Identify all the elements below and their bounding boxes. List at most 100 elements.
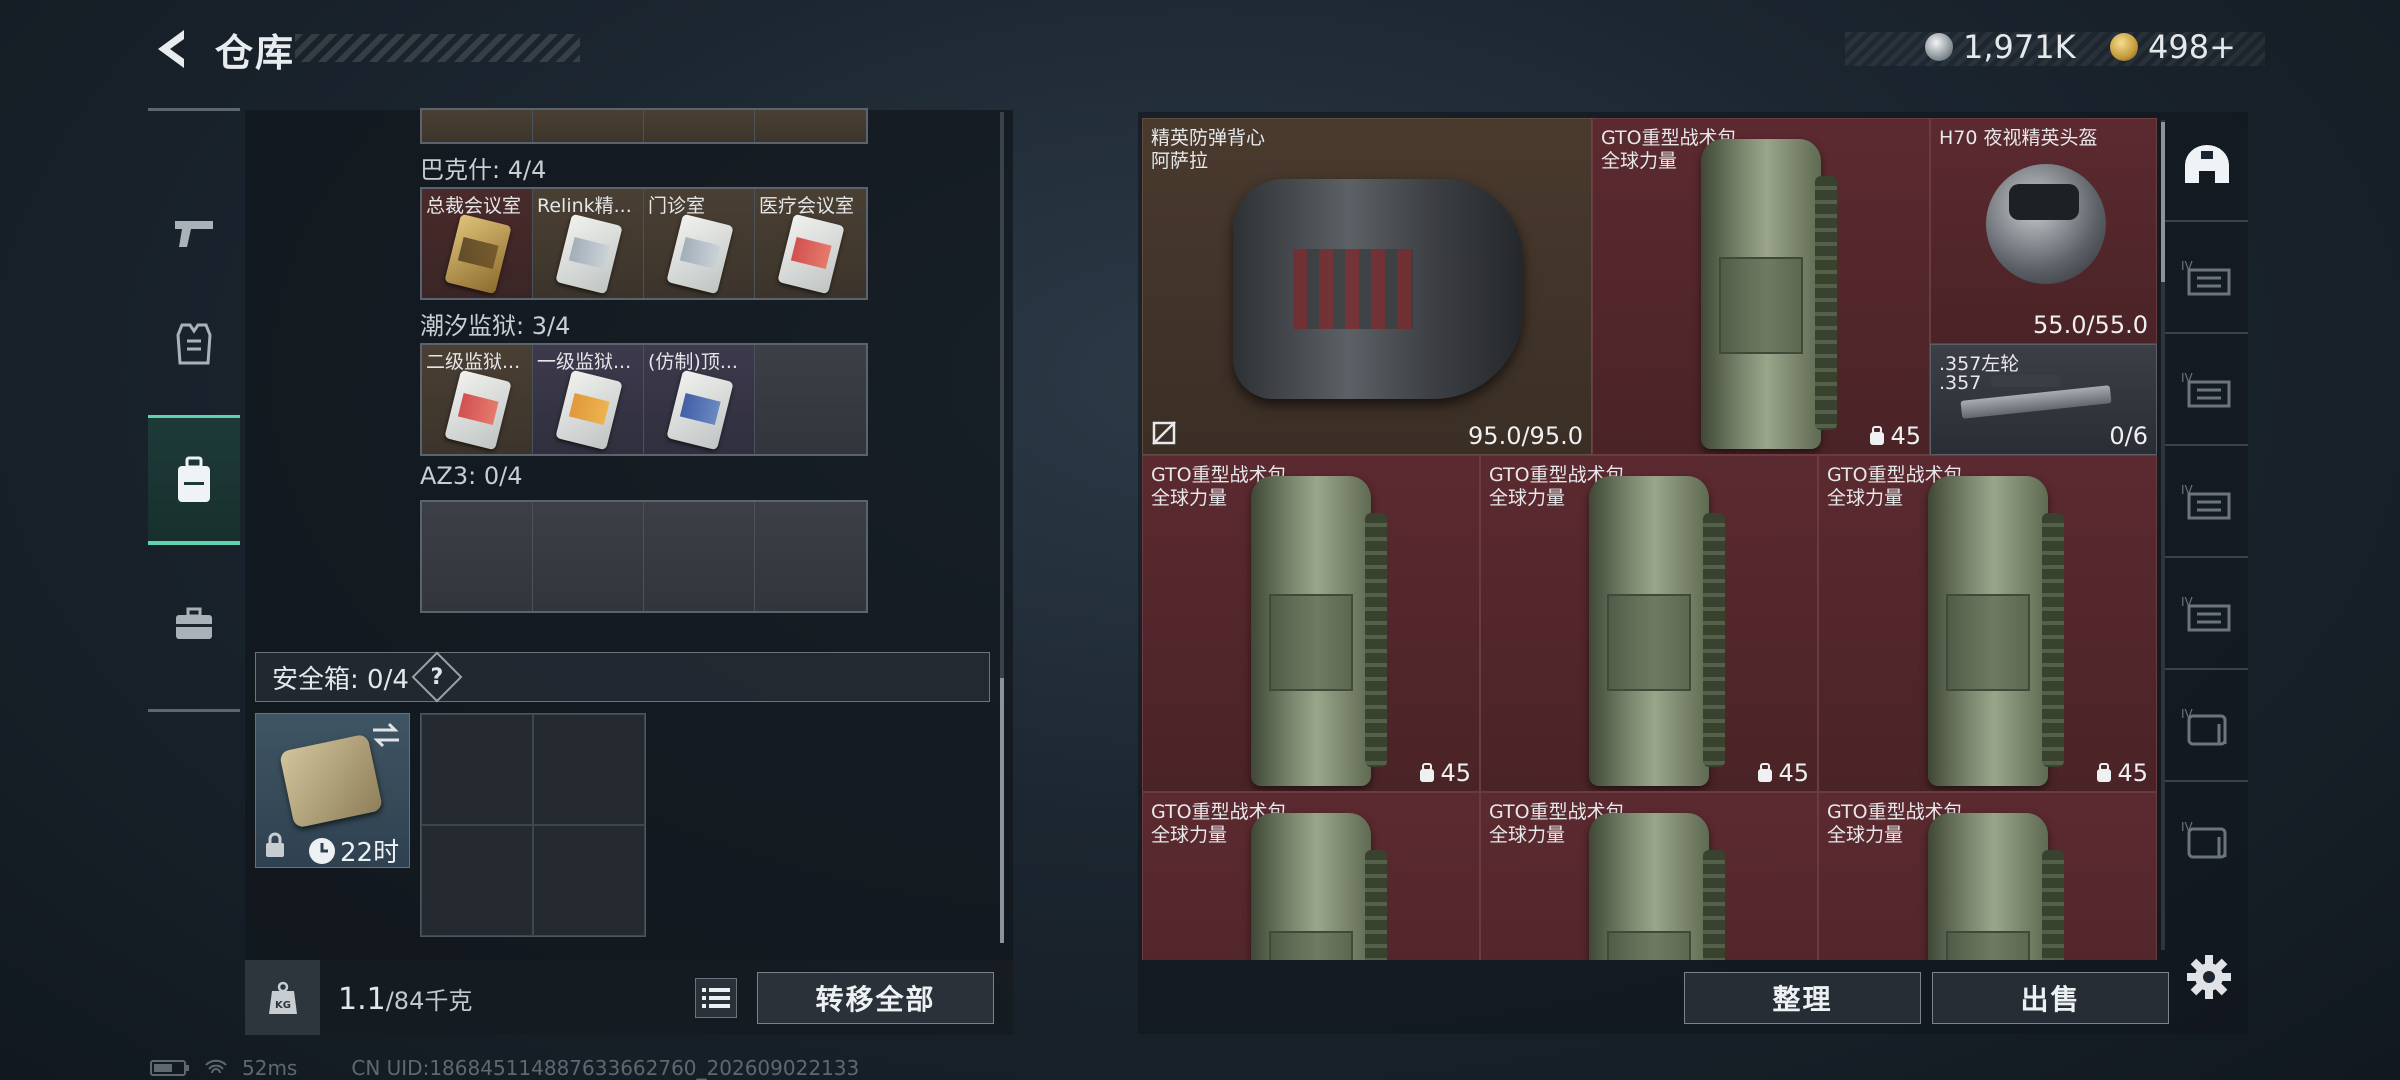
nav-gear[interactable] (148, 279, 240, 409)
slot[interactable] (644, 110, 755, 142)
slot[interactable] (422, 110, 533, 142)
safe-case-icon (278, 733, 384, 829)
weight-box: KG (245, 960, 320, 1035)
item-name: H70 夜视精英头盔 (1939, 127, 2098, 149)
left-nav (148, 108, 240, 712)
lock-icon (266, 832, 284, 857)
title-decoration (295, 34, 580, 62)
list-view-button[interactable] (695, 978, 737, 1018)
currency-silver: 1,971K (1925, 28, 2076, 66)
no-repair-icon (1152, 421, 1176, 445)
armor-slot-icon: IV (2181, 259, 2230, 296)
gold-amount: 498+ (2148, 28, 2236, 66)
safe-slot[interactable] (533, 714, 645, 825)
currency-gold[interactable]: 498+ (2110, 28, 2236, 66)
item-subname: 全球力量 (1489, 487, 1566, 509)
key-slot[interactable]: 医疗会议室 (755, 189, 866, 298)
keycard-icon (666, 213, 734, 295)
key-group-slots (420, 500, 868, 613)
key-slot[interactable]: 一级监狱... (533, 345, 644, 454)
key-slot-empty[interactable] (422, 502, 533, 611)
key-group-slots: 二级监狱... 一级监狱... (仿制)顶... (420, 343, 868, 456)
safe-box-item[interactable]: 22时 (255, 713, 410, 868)
keycard-icon (444, 213, 512, 295)
item-subname: 全球力量 (1601, 150, 1678, 172)
sort-button[interactable]: 整理 (1684, 972, 1921, 1024)
key-slot[interactable]: (仿制)顶... (644, 345, 755, 454)
weight-current: 1.1 (338, 982, 386, 1017)
partial-slot-row (420, 108, 868, 144)
stash-item-revolver[interactable]: .357左轮 .357 0/6 (1930, 344, 2157, 455)
stash-item-vest[interactable]: 精英防弹背心 阿萨拉 95.0/95.0 (1142, 118, 1592, 455)
backpack-image (1927, 813, 2064, 960)
key-label: (仿制)顶... (648, 351, 738, 373)
stash-item-helmet[interactable]: H70 夜视精英头盔 55.0/55.0 (1930, 118, 2157, 344)
key-label: Relink精... (537, 195, 632, 217)
filter-helmet[interactable] (2165, 112, 2248, 222)
sell-button[interactable]: 出售 (1932, 972, 2169, 1024)
question-icon: ? (430, 664, 444, 690)
durability-value: 55.0/55.0 (2033, 311, 2148, 339)
filter-armor-4[interactable]: IV (2165, 336, 2248, 446)
help-button[interactable]: ? (411, 651, 463, 703)
slot[interactable] (533, 110, 644, 142)
list-icon (702, 988, 730, 1008)
back-arrow-icon (158, 30, 184, 68)
filter-backpack-4[interactable]: IV (2165, 672, 2248, 782)
stash-item-backpack[interactable]: GTO重型战术包 全球力量 45 (1818, 455, 2157, 792)
stash-item-backpack[interactable]: GTO重型战术包 全球力量 45 (1142, 455, 1480, 792)
helmet-slot-icon (2184, 145, 2229, 183)
silver-coin-icon (1925, 33, 1953, 61)
capacity-badge: 45 (2095, 759, 2148, 787)
stash-item-backpack[interactable]: GTO重型战术包 全球力量 (1142, 792, 1480, 960)
filter-backpack-4[interactable]: IV (2165, 784, 2248, 894)
helmet-image (1986, 164, 2106, 284)
gear-icon[interactable] (2186, 954, 2232, 1000)
key-slot[interactable]: 二级监狱... (422, 345, 533, 454)
key-slot[interactable]: 总裁会议室 (422, 189, 533, 298)
nav-containers[interactable] (148, 415, 240, 545)
filter-armor-4[interactable]: IV (2165, 560, 2248, 670)
wifi-icon (205, 1059, 227, 1074)
slot[interactable] (755, 110, 866, 142)
scope-image (1991, 375, 2061, 387)
stash-grid: 精英防弹背心 阿萨拉 95.0/95.0 GTO重型战术包 全球力量 45 H7… (1142, 118, 2157, 960)
weight-max: /84千克 (385, 987, 473, 1015)
safe-slot[interactable] (421, 714, 533, 825)
key-slot[interactable]: Relink精... (533, 189, 644, 298)
key-slot-empty[interactable] (755, 502, 866, 611)
status-bar: 52ms CN UID:18684511488763366276​0_20260… (150, 1056, 859, 1080)
capacity-badge: 45 (1868, 422, 1921, 450)
left-scrollbar-thumb[interactable] (1000, 678, 1004, 943)
key-slot-empty[interactable] (755, 345, 866, 454)
transfer-all-button[interactable]: 转移全部 (757, 972, 994, 1024)
filter-armor-4[interactable]: IV (2165, 224, 2248, 334)
item-subname: 全球力量 (1151, 487, 1228, 509)
safe-box-slots (420, 713, 646, 937)
stash-item-backpack[interactable]: GTO重型战术包 全球力量 45 (1592, 118, 1930, 455)
backpack-image (1701, 139, 1837, 449)
key-slot-empty[interactable] (644, 502, 755, 611)
backpack-slot-icon: IV (2181, 707, 2226, 746)
key-slot[interactable]: 门诊室 (644, 189, 755, 298)
backpack-capacity-icon (1870, 426, 1885, 445)
backpack-capacity-icon (2097, 763, 2112, 782)
revolver-image (1960, 385, 2112, 419)
stash-item-backpack[interactable]: GTO重型战术包 全球力量 45 (1480, 455, 1818, 792)
nav-supplies[interactable] (148, 559, 240, 689)
backpack-image (1251, 476, 1387, 786)
swap-icon[interactable] (371, 722, 401, 748)
key-label: 一级监狱... (537, 351, 632, 373)
battery-icon (150, 1060, 189, 1076)
nvg-image (2009, 184, 2079, 220)
filter-armor-4[interactable]: IV (2165, 448, 2248, 558)
key-label: 医疗会议室 (759, 195, 855, 217)
key-slot-empty[interactable] (533, 502, 644, 611)
stash-item-backpack[interactable]: GTO重型战术包 全球力量 (1480, 792, 1818, 960)
back-button[interactable] (150, 26, 194, 72)
backpack-icon (178, 456, 210, 502)
keycard-icon (777, 213, 845, 295)
safe-slot[interactable] (533, 825, 645, 936)
stash-item-backpack[interactable]: GTO重型战术包 全球力量 (1818, 792, 2157, 960)
safe-slot[interactable] (421, 825, 533, 936)
